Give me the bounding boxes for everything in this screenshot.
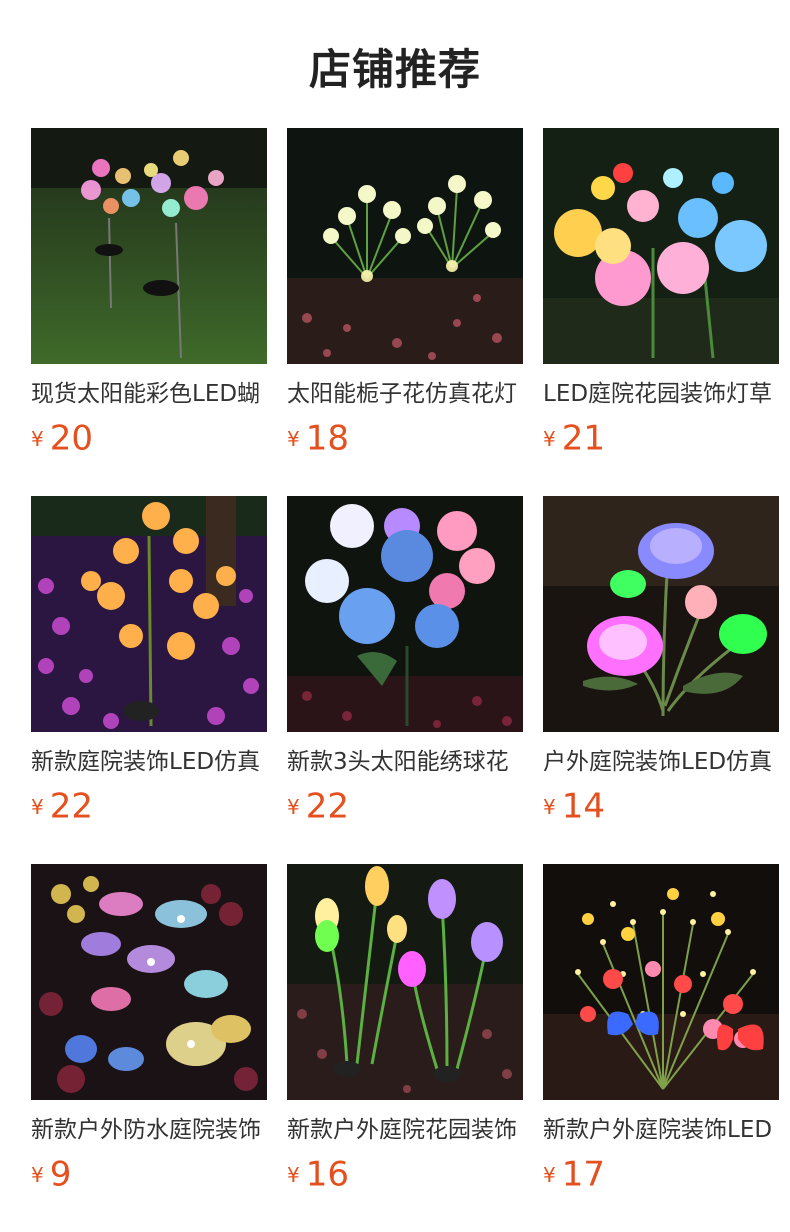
- led-rose-lights-image: [543, 496, 779, 732]
- currency-symbol: ¥: [31, 1162, 44, 1187]
- product-grid: 现货太阳能彩色LED蝴 ¥20 太阳能栀子花仿真花灯 ¥ 18 LED庭院花园装…: [31, 128, 779, 1232]
- flower-butterfly-lights-image: [543, 864, 779, 1100]
- price-amount: 9: [49, 1154, 72, 1195]
- product-price: ¥21: [543, 418, 779, 459]
- price-amount: 18: [305, 418, 349, 459]
- product-name[interactable]: 新款户外庭院花园装饰: [287, 1114, 523, 1146]
- product-card[interactable]: 新款户外庭院装饰LED ¥17: [543, 864, 779, 1232]
- product-price: ¥9: [31, 1154, 267, 1195]
- currency-symbol: ¥: [543, 794, 556, 819]
- product-image[interactable]: [31, 864, 267, 1100]
- product-card[interactable]: LED庭院花园装饰灯草 ¥21: [543, 128, 779, 496]
- page-title: 店铺推荐: [308, 45, 481, 94]
- product-image[interactable]: [287, 128, 523, 364]
- price-amount: 17: [561, 1154, 605, 1195]
- currency-symbol: ¥: [31, 426, 44, 451]
- waterproof-dragonfly-lights-image: [31, 864, 267, 1100]
- product-card[interactable]: 现货太阳能彩色LED蝴 ¥20: [31, 128, 267, 496]
- led-lily-lights-image: [31, 496, 267, 732]
- product-image[interactable]: [287, 496, 523, 732]
- product-card[interactable]: 新款3头太阳能绣球花 ¥22: [287, 496, 523, 864]
- product-price: ¥18: [287, 418, 523, 459]
- product-name[interactable]: 现货太阳能彩色LED蝴: [31, 378, 267, 410]
- product-name[interactable]: LED庭院花园装饰灯草: [543, 378, 779, 410]
- currency-symbol: ¥: [543, 426, 556, 451]
- price-amount: 22: [49, 786, 93, 827]
- product-image[interactable]: [31, 496, 267, 732]
- product-price: ¥20: [31, 418, 267, 459]
- product-price: ¥22: [287, 786, 523, 827]
- currency-symbol: ¥: [287, 426, 300, 451]
- currency-symbol: ¥: [287, 1162, 300, 1187]
- product-card[interactable]: 户外庭院装饰LED仿真 ¥14: [543, 496, 779, 864]
- price-amount: 21: [561, 418, 605, 459]
- product-name[interactable]: 新款3头太阳能绣球花: [287, 746, 523, 778]
- product-name[interactable]: 太阳能栀子花仿真花灯: [287, 378, 523, 410]
- product-name[interactable]: 新款户外防水庭院装饰: [31, 1114, 267, 1146]
- product-name[interactable]: 新款庭院装饰LED仿真: [31, 746, 267, 778]
- product-image[interactable]: [287, 864, 523, 1100]
- product-image[interactable]: [543, 128, 779, 364]
- solar-butterfly-lights-image: [31, 128, 267, 364]
- product-price: ¥16: [287, 1154, 523, 1195]
- product-image[interactable]: [31, 128, 267, 364]
- price-amount: 22: [305, 786, 349, 827]
- product-price: ¥22: [31, 786, 267, 827]
- calla-lily-lights-image: [287, 864, 523, 1100]
- product-image[interactable]: [543, 864, 779, 1100]
- product-name[interactable]: 新款户外庭院装饰LED: [543, 1114, 779, 1146]
- product-price: ¥17: [543, 1154, 779, 1195]
- product-image[interactable]: [543, 496, 779, 732]
- product-card[interactable]: 新款户外防水庭院装饰 ¥9: [31, 864, 267, 1232]
- product-card[interactable]: 新款户外庭院花园装饰 ¥16: [287, 864, 523, 1232]
- price-amount: 16: [305, 1154, 349, 1195]
- product-price: ¥14: [543, 786, 779, 827]
- currency-symbol: ¥: [31, 794, 44, 819]
- solar-gardenia-lights-image: [287, 128, 523, 364]
- solar-hydrangea-lights-image: [287, 496, 523, 732]
- led-peony-lights-image: [543, 128, 779, 364]
- product-card[interactable]: 太阳能栀子花仿真花灯 ¥18: [287, 128, 523, 496]
- store-recommendations-page: 店铺推荐 现货太阳能彩色LED蝴 ¥ 20 太阳能栀子花仿真花灯 ¥ 18 LE…: [0, 0, 790, 1232]
- price-amount: 14: [561, 786, 605, 827]
- currency-symbol: ¥: [287, 794, 300, 819]
- product-card[interactable]: 新款庭院装饰LED仿真 ¥22: [31, 496, 267, 864]
- price-amount: 20: [49, 418, 93, 459]
- currency-symbol: ¥: [543, 1162, 556, 1187]
- product-name[interactable]: 户外庭院装饰LED仿真: [543, 746, 779, 778]
